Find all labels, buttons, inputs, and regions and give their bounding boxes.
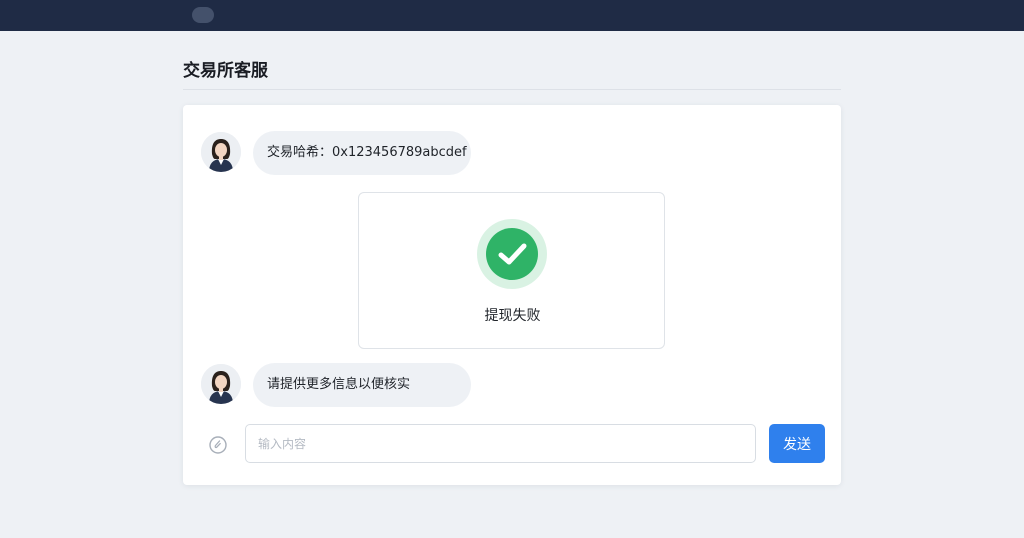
status-text: 提现失败	[484, 308, 541, 324]
chat-message-1: 交易哈希：0x123456789abcdef	[253, 131, 471, 175]
page-title: 交易所客服	[183, 61, 268, 81]
chat-message-2: 请提供更多信息以便核实	[253, 363, 471, 407]
top-nav-bar	[0, 0, 1024, 31]
message-input[interactable]	[245, 424, 756, 463]
chat-panel: 交易哈希：0x123456789abcdef 提现失败 请提供更多信息以便核实	[183, 105, 841, 485]
agent-avatar-icon	[201, 364, 241, 404]
logo-icon	[192, 7, 214, 23]
agent-avatar-icon	[201, 132, 241, 172]
check-circle-icon	[477, 219, 547, 289]
title-divider	[183, 89, 841, 90]
brand-logo[interactable]	[192, 7, 214, 23]
send-button[interactable]: 发送	[769, 424, 825, 463]
attachment-icon[interactable]	[207, 434, 229, 456]
status-card: 提现失败	[358, 192, 665, 349]
